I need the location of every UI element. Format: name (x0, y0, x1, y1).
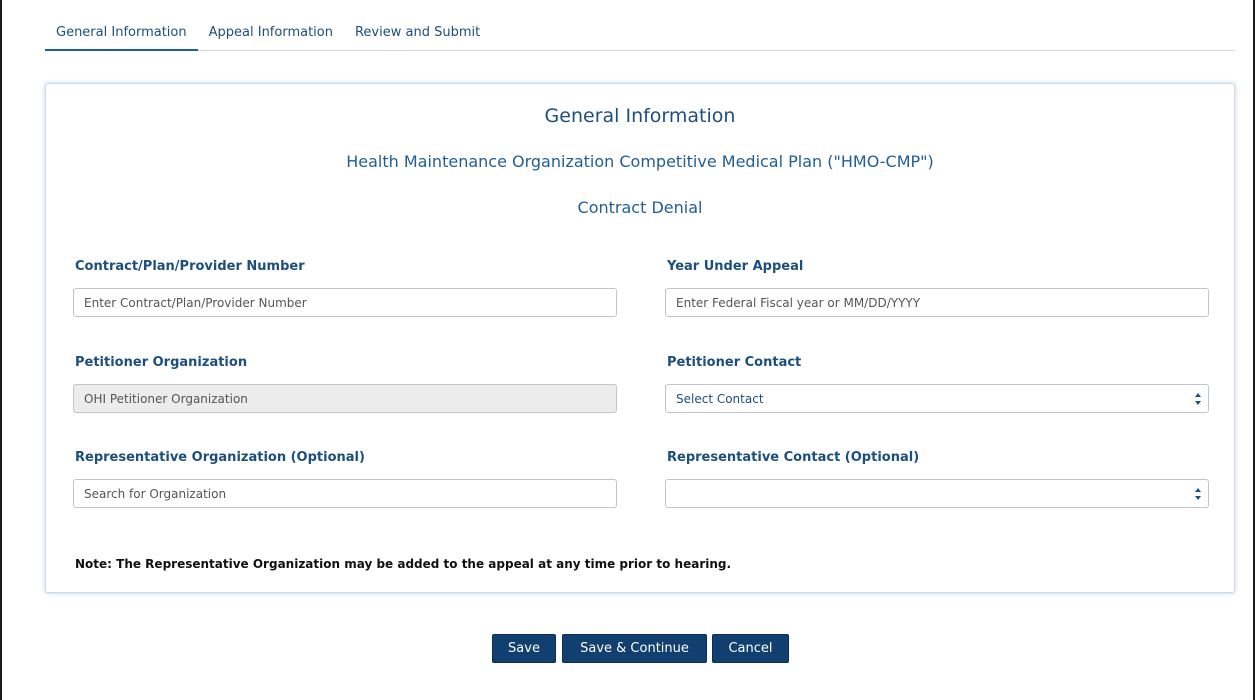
tab-review-and-submit[interactable]: Review and Submit (344, 25, 491, 50)
contract-number-label: Contract/Plan/Provider Number (75, 259, 305, 274)
appeal-type-subtitle: Contract Denial (577, 198, 703, 217)
petitioner-organization-field (73, 384, 617, 413)
petitioner-organization-label: Petitioner Organization (75, 355, 248, 370)
representative-organization-label: Representative Organization (Optional) (75, 450, 365, 465)
save-button[interactable]: Save (492, 634, 556, 663)
petitioner-contact-selected-value: Select Contact (676, 391, 764, 406)
tab-general-information[interactable]: General Information (45, 25, 198, 51)
general-information-panel: General Information Health Maintenance O… (45, 83, 1235, 593)
cancel-button[interactable]: Cancel (712, 634, 789, 663)
select-arrows-icon (1195, 393, 1201, 405)
representative-contact-select[interactable] (665, 479, 1209, 508)
plan-type-subtitle: Health Maintenance Organization Competit… (346, 152, 934, 171)
contract-number-input[interactable] (73, 288, 617, 317)
panel-title: General Information (544, 105, 736, 127)
representative-organization-search-input[interactable] (73, 479, 617, 508)
save-and-continue-button[interactable]: Save & Continue (562, 634, 707, 663)
tab-bar: General Information Appeal Information R… (45, 12, 1235, 51)
select-arrows-icon (1195, 488, 1201, 500)
petitioner-contact-label: Petitioner Contact (667, 355, 802, 370)
tab-appeal-information[interactable]: Appeal Information (198, 25, 344, 50)
year-under-appeal-label: Year Under Appeal (667, 259, 804, 274)
petitioner-contact-select[interactable]: Select Contact (665, 384, 1209, 413)
representative-contact-label: Representative Contact (Optional) (667, 450, 920, 465)
representative-note: Note: The Representative Organization ma… (75, 557, 732, 571)
year-under-appeal-input[interactable] (665, 288, 1209, 317)
